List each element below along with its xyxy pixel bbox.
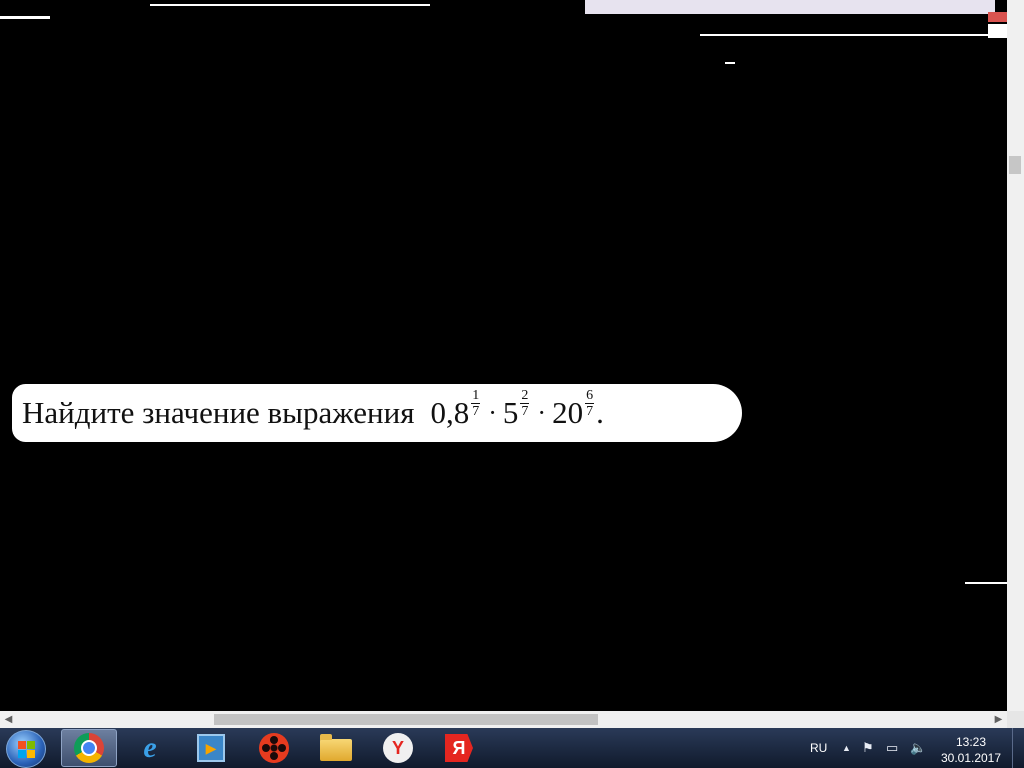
exponent-denominator: 7 xyxy=(472,403,480,419)
taskbar-app-file-explorer[interactable] xyxy=(308,729,364,767)
taskbar-app-chrome[interactable] xyxy=(61,729,117,767)
exponent-numerator: 2 xyxy=(521,387,529,403)
media-player-icon: ▶ xyxy=(197,734,225,762)
start-button[interactable] xyxy=(6,730,46,768)
taskbar: e ▶ Y Я RU ▲ ⚑ ▭ 🔈 13:23 30.01.2017 xyxy=(0,728,1024,768)
taskbar-app-video[interactable] xyxy=(246,729,302,767)
scrollbar-corner xyxy=(1007,711,1024,728)
artifact-strip xyxy=(965,582,1007,584)
term-base-1: 0,8 xyxy=(430,395,470,430)
artifact-strip xyxy=(700,34,990,36)
taskbar-app-yandex[interactable]: Я xyxy=(431,729,487,767)
action-center-flag-icon[interactable]: ⚑ xyxy=(862,740,874,756)
language-indicator[interactable]: RU xyxy=(810,741,827,755)
show-desktop-button[interactable] xyxy=(1012,728,1024,768)
chrome-icon xyxy=(74,733,104,763)
vertical-scrollbar[interactable] xyxy=(1007,0,1024,711)
scroll-left-arrow-icon[interactable]: ◀ xyxy=(0,711,17,728)
task-prefix: Найдите значение выражения xyxy=(22,395,415,430)
scroll-right-arrow-icon[interactable]: ▶ xyxy=(990,711,1007,728)
folder-icon xyxy=(320,734,352,761)
artifact-strip xyxy=(0,16,50,19)
term-exponent-1: 1 7 xyxy=(471,387,481,419)
task-text: Найдите значение выражения 0,8 1 7 · 5 2… xyxy=(22,388,604,430)
vertical-scroll-thumb[interactable] xyxy=(1009,156,1021,174)
clock-time[interactable]: 13:23 xyxy=(940,735,1002,749)
artifact-strip xyxy=(585,0,995,14)
volume-icon[interactable]: 🔈 xyxy=(910,740,926,756)
ie-icon: e xyxy=(143,731,157,764)
exponent-denominator: 7 xyxy=(521,403,529,419)
exponent-denominator: 7 xyxy=(586,403,594,419)
term-exponent-3: 6 7 xyxy=(585,387,595,419)
show-hidden-icons-icon[interactable]: ▲ xyxy=(842,743,851,753)
page-viewport: Найдите значение выражения 0,8 1 7 · 5 2… xyxy=(0,0,1007,711)
clock-date[interactable]: 30.01.2017 xyxy=(940,751,1002,765)
reel-icon xyxy=(259,733,289,763)
term-base-2: 5 xyxy=(502,395,519,430)
horizontal-scroll-thumb[interactable] xyxy=(214,714,598,725)
taskbar-app-yandex-browser[interactable]: Y xyxy=(370,729,426,767)
term-exponent-2: 2 7 xyxy=(520,387,530,419)
artifact-strip xyxy=(150,4,430,6)
taskbar-app-media-player[interactable]: ▶ xyxy=(183,729,239,767)
horizontal-scrollbar[interactable]: ◀ ▶ xyxy=(0,711,1007,728)
task-end-period: . xyxy=(596,395,604,430)
exponent-numerator: 6 xyxy=(586,387,594,403)
multiply-dot: · xyxy=(537,398,547,427)
artifact-strip xyxy=(988,24,1007,38)
artifact-strip xyxy=(725,62,735,64)
artifact-strip xyxy=(988,12,1007,22)
exponent-numerator: 1 xyxy=(472,387,480,403)
network-icon[interactable]: ▭ xyxy=(886,740,898,756)
yandex-icon: Я xyxy=(445,734,473,762)
term-base-3: 20 xyxy=(552,395,584,430)
taskbar-app-internet-explorer[interactable]: e xyxy=(122,729,178,767)
multiply-dot: · xyxy=(488,398,497,427)
yandex-browser-icon: Y xyxy=(383,733,413,763)
windows-logo-icon xyxy=(18,741,26,749)
